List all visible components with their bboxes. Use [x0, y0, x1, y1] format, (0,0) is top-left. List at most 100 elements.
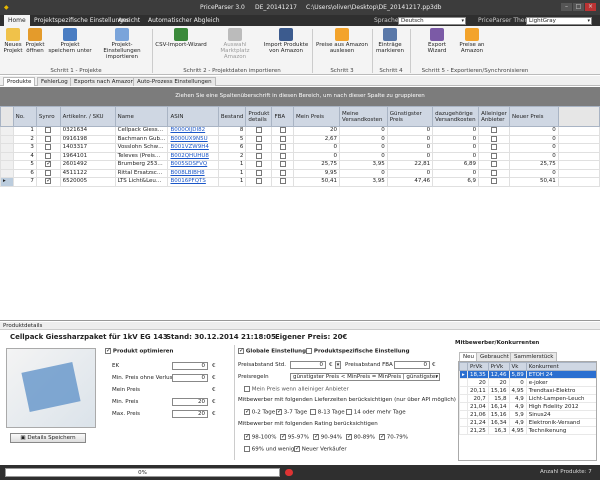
- col-header[interactable]: Synro: [35, 106, 61, 127]
- sprache-select[interactable]: Deutsch: [398, 17, 466, 25]
- group-by-area[interactable]: Ziehen Sie eine Spaltenüberschrift in di…: [0, 87, 600, 106]
- marketplace-button[interactable]: Auswahl Marktplatz Amazon: [210, 28, 260, 60]
- sync-checkbox[interactable]: [35, 168, 61, 178]
- new-seller-checkbox[interactable]: Neuer Verkäufer: [294, 445, 347, 453]
- rating-checkbox[interactable]: 95-97%: [280, 433, 309, 441]
- delivery-checkbox[interactable]: 0-2 Tage: [244, 408, 275, 416]
- asin-link[interactable]: B005SDSFVQ: [167, 160, 219, 170]
- list-item[interactable]: 20,11 15,16 4,95 Trendtaxi-Elektro: [459, 386, 596, 395]
- import-settings-button[interactable]: Projekt-Einstellungen importieren: [96, 28, 148, 60]
- sole-seller-checkbox[interactable]: Mein Preis wenn alleiniger Anbieter: [244, 386, 349, 393]
- global-setting-checkbox[interactable]: Globale Einstellung: [238, 347, 306, 355]
- sync-checkbox[interactable]: [35, 177, 61, 187]
- table-row[interactable]: 6 4511122 Rittal Ersatzsc… B008LBIBH8 1 9,95 0…: [0, 168, 600, 178]
- read-prices-button[interactable]: Preise aus Amazon auslesen: [314, 28, 370, 54]
- fba-checkbox[interactable]: [271, 134, 294, 144]
- details-checkbox[interactable]: [245, 168, 273, 178]
- csv-import-button[interactable]: CSV-Import-Wizard: [154, 28, 208, 48]
- asin-link[interactable]: B002QHUHU8: [167, 151, 219, 161]
- col-header[interactable]: Produkt details: [245, 106, 273, 127]
- rating-checkbox[interactable]: 69% und weniger: [244, 446, 300, 453]
- details-checkbox[interactable]: [245, 160, 273, 170]
- sync-checkbox[interactable]: [35, 151, 61, 161]
- col-header[interactable]: ASIN: [167, 106, 219, 127]
- rating-checkbox[interactable]: 80-89%: [346, 433, 375, 441]
- fba-checkbox[interactable]: [271, 126, 294, 136]
- tab-home[interactable]: Home: [4, 15, 30, 26]
- list-item[interactable]: 20,7 15,8 4,9 Licht-Lampen-Leuch: [459, 394, 596, 403]
- sole-seller-checkbox[interactable]: [478, 177, 510, 187]
- minimize-icon[interactable]: –: [561, 3, 572, 11]
- col-header[interactable]: Konkurrent: [525, 362, 596, 371]
- col-header[interactable]: Name: [114, 106, 169, 127]
- tab-ansicht[interactable]: Ansicht: [114, 15, 144, 26]
- col-header[interactable]: Mein Preis: [293, 106, 340, 127]
- abstand-fba-field[interactable]: 0: [394, 361, 430, 369]
- delivery-checkbox[interactable]: 8-13 Tage: [310, 409, 345, 416]
- rating-checkbox[interactable]: 98-100%: [244, 433, 276, 441]
- stop-icon[interactable]: [285, 469, 293, 476]
- col-header[interactable]: Artikelnr. / SKU: [59, 106, 116, 127]
- save-details-button[interactable]: ▣ Details Speichern: [10, 433, 86, 443]
- sole-seller-checkbox[interactable]: [478, 160, 510, 170]
- abstand-field[interactable]: 0: [290, 361, 326, 369]
- col-header[interactable]: PrVk: [467, 362, 489, 371]
- optimize-checkbox[interactable]: Produkt optimieren: [105, 347, 173, 355]
- sync-checkbox[interactable]: [35, 126, 61, 136]
- col-header[interactable]: Alleiniger Anbieter: [478, 106, 510, 127]
- export-wizard-button[interactable]: Export Wizard: [420, 28, 454, 54]
- table-row[interactable]: 3 1403317 Vosslohn Schw… B001VZW9H4 6 0 0 0 0 0: [0, 143, 600, 153]
- tab-auto-abgleich[interactable]: Automatischer Abgleich: [144, 15, 224, 26]
- app-menu-icon[interactable]: ◆: [4, 4, 9, 11]
- details-checkbox[interactable]: [245, 126, 273, 136]
- table-row[interactable]: 52601492Brumberg 253…B005SDSFVQ125,753,9…: [0, 160, 600, 170]
- maximize-icon[interactable]: □: [573, 3, 584, 11]
- tab-sammler[interactable]: Sammlerstück: [510, 352, 558, 361]
- open-project-button[interactable]: Projekt öffnen: [25, 28, 45, 54]
- col-header[interactable]: Günstigster Preis: [386, 106, 434, 127]
- tab-gebraucht[interactable]: Gebraucht: [476, 352, 513, 361]
- sync-checkbox[interactable]: [35, 143, 61, 153]
- ek-field[interactable]: 0: [172, 362, 208, 370]
- col-header[interactable]: Meine Versandkosten: [338, 106, 388, 127]
- import-products-button[interactable]: Import Produkte von Amazon: [262, 28, 310, 54]
- details-checkbox[interactable]: [245, 134, 273, 144]
- new-project-button[interactable]: Neues Projekt: [2, 28, 24, 54]
- save-project-button[interactable]: Projekt speichern unter: [47, 28, 93, 54]
- list-item[interactable]: 21,24 16,34 4,9 Elektronik-Versand: [459, 418, 596, 427]
- mark-entries-button[interactable]: Einträge markieren: [374, 28, 406, 54]
- close-icon[interactable]: ×: [585, 3, 596, 11]
- sync-checkbox[interactable]: [35, 134, 61, 144]
- rating-checkbox[interactable]: 90-94%: [313, 433, 342, 441]
- col-header[interactable]: No.: [12, 106, 37, 127]
- col-header[interactable]: Bestand: [217, 106, 247, 127]
- asin-link[interactable]: B0016PFQTS: [167, 177, 219, 187]
- list-item[interactable]: 21,25 16,3 4,95 Technikenung: [459, 426, 596, 435]
- sole-seller-checkbox[interactable]: [478, 151, 510, 161]
- list-item[interactable]: 21,04 16,14 4,9 High Fidelity 2012: [459, 402, 596, 411]
- specific-setting-checkbox[interactable]: Produktspezifische Einstellung: [306, 348, 410, 355]
- details-checkbox[interactable]: [245, 151, 273, 161]
- col-header[interactable]: Neuer Preis: [508, 106, 559, 127]
- sync-checkbox[interactable]: [35, 160, 61, 170]
- delivery-checkbox[interactable]: 14 oder mehr Tage: [346, 409, 406, 416]
- max-price-field[interactable]: 20: [172, 410, 208, 418]
- fba-checkbox[interactable]: [271, 160, 294, 170]
- col-header[interactable]: Vk: [508, 362, 527, 371]
- tab-produkte[interactable]: Produkte: [3, 77, 36, 86]
- minverlust-field[interactable]: 0: [172, 374, 208, 382]
- asin-link[interactable]: B001VZW9H4: [167, 143, 219, 153]
- theme-select[interactable]: LightGray: [526, 17, 592, 25]
- delivery-checkbox[interactable]: 3-7 Tage: [276, 408, 307, 416]
- price-rules-select[interactable]: günstigster Preis < MinPreis = MinPreis …: [290, 373, 440, 381]
- col-header[interactable]: FBA: [271, 106, 294, 127]
- tab-exports[interactable]: Exports nach Amazon: [70, 77, 138, 86]
- sole-seller-checkbox[interactable]: [478, 168, 510, 178]
- table-row[interactable]: 1 0321634 Cellpack Giess… B000OIJDI82 8 20 0 0 0…: [0, 126, 600, 136]
- rating-checkbox[interactable]: 70-79%: [379, 433, 408, 441]
- col-header[interactable]: PrVk: [487, 362, 510, 371]
- fba-checkbox[interactable]: [271, 151, 294, 161]
- sole-seller-checkbox[interactable]: [478, 143, 510, 153]
- list-item[interactable]: ▸ 18,35 12,46 5,89 ETOH 24: [459, 370, 596, 379]
- fba-checkbox[interactable]: [271, 168, 294, 178]
